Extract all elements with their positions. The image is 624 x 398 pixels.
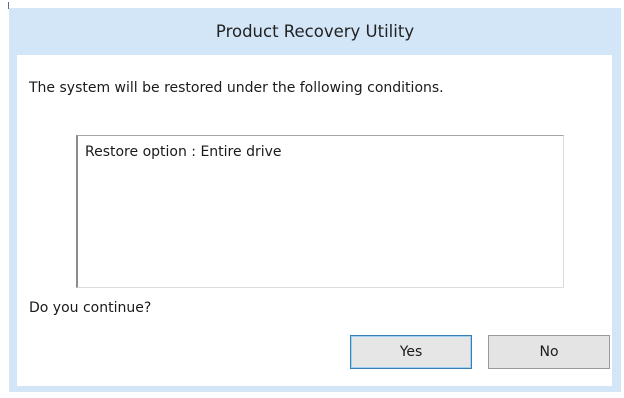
conditions-textbox[interactable]: Restore option : Entire drive xyxy=(76,135,564,288)
continue-question: Do you continue? xyxy=(29,300,152,316)
conditions-text: Restore option : Entire drive xyxy=(85,144,282,160)
dialog-message: The system will be restored under the fo… xyxy=(29,80,444,96)
yes-button[interactable]: Yes xyxy=(350,335,472,369)
no-button[interactable]: No xyxy=(488,335,610,369)
dialog-titlebar[interactable]: Product Recovery Utility xyxy=(9,8,621,55)
dialog-title: Product Recovery Utility xyxy=(215,22,415,41)
